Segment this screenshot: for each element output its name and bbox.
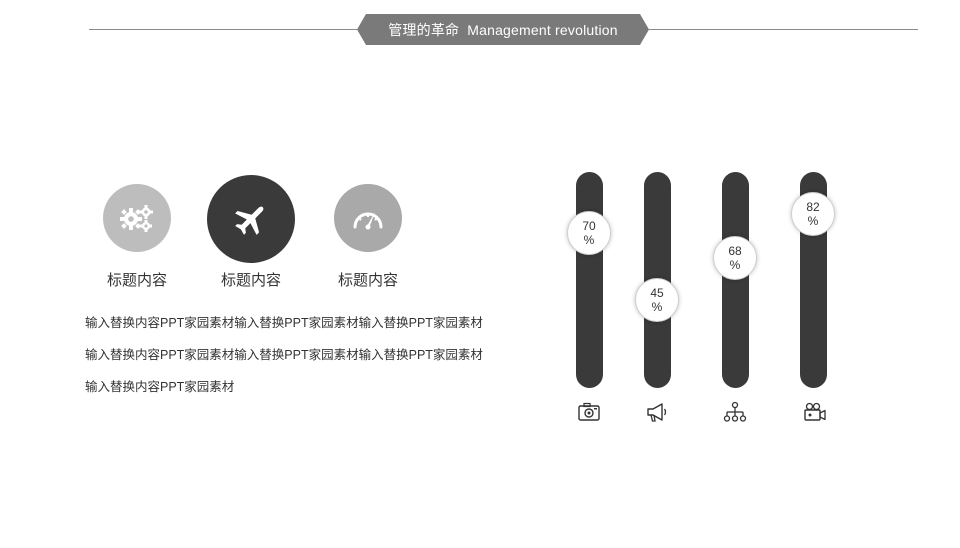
progress-unit-1: % — [583, 233, 595, 247]
camera-icon — [578, 402, 600, 421]
progress-bar-1 — [576, 172, 603, 388]
progress-value-4: 82 — [806, 200, 820, 214]
feature-label-1: 标题内容 — [106, 272, 167, 289]
progress-knob-2: 45 % — [635, 278, 679, 322]
header-line-right — [649, 29, 918, 30]
airplane-icon — [235, 206, 264, 235]
progress-value-3: 68 — [728, 244, 742, 258]
title-cn: 管理的革命 — [388, 21, 460, 38]
progress-bar-3 — [722, 172, 749, 388]
progress-unit-4: % — [807, 214, 819, 228]
org-chart-icon — [723, 401, 747, 422]
body-text-line-2: 输入替换内容PPT家园素材输入替换PPT家园素材输入替换PPT家园素材 — [85, 348, 483, 362]
title-banner: 管理的革命 Management revolution — [357, 14, 649, 45]
body-text-line-3: 输入替换内容PPT家园素材 — [85, 380, 235, 394]
progress-unit-3: % — [729, 258, 741, 272]
progress-knob-1: 70 % — [567, 211, 611, 255]
progress-knob-4: 82 % — [791, 192, 835, 236]
feature-circle-1 — [103, 184, 171, 252]
gears-icon — [120, 205, 153, 232]
progress-value-1: 70 — [582, 219, 596, 233]
feature-circle-2 — [207, 175, 295, 263]
body-text-line-1: 输入替换内容PPT家园素材输入替换PPT家园素材输入替换PPT家园素材 — [85, 316, 483, 330]
progress-knob-3: 68 % — [713, 236, 757, 280]
header-line-left — [89, 29, 357, 30]
progress-value-2: 45 — [650, 286, 664, 300]
title-en: Management revolution — [467, 21, 618, 38]
feature-circle-3 — [334, 184, 402, 252]
feature-label-3: 标题内容 — [337, 272, 398, 289]
feature-label-2: 标题内容 — [220, 272, 281, 289]
progress-unit-2: % — [651, 300, 663, 314]
speedometer-icon — [353, 212, 383, 230]
video-camera-icon — [804, 402, 826, 421]
megaphone-icon — [647, 403, 667, 422]
